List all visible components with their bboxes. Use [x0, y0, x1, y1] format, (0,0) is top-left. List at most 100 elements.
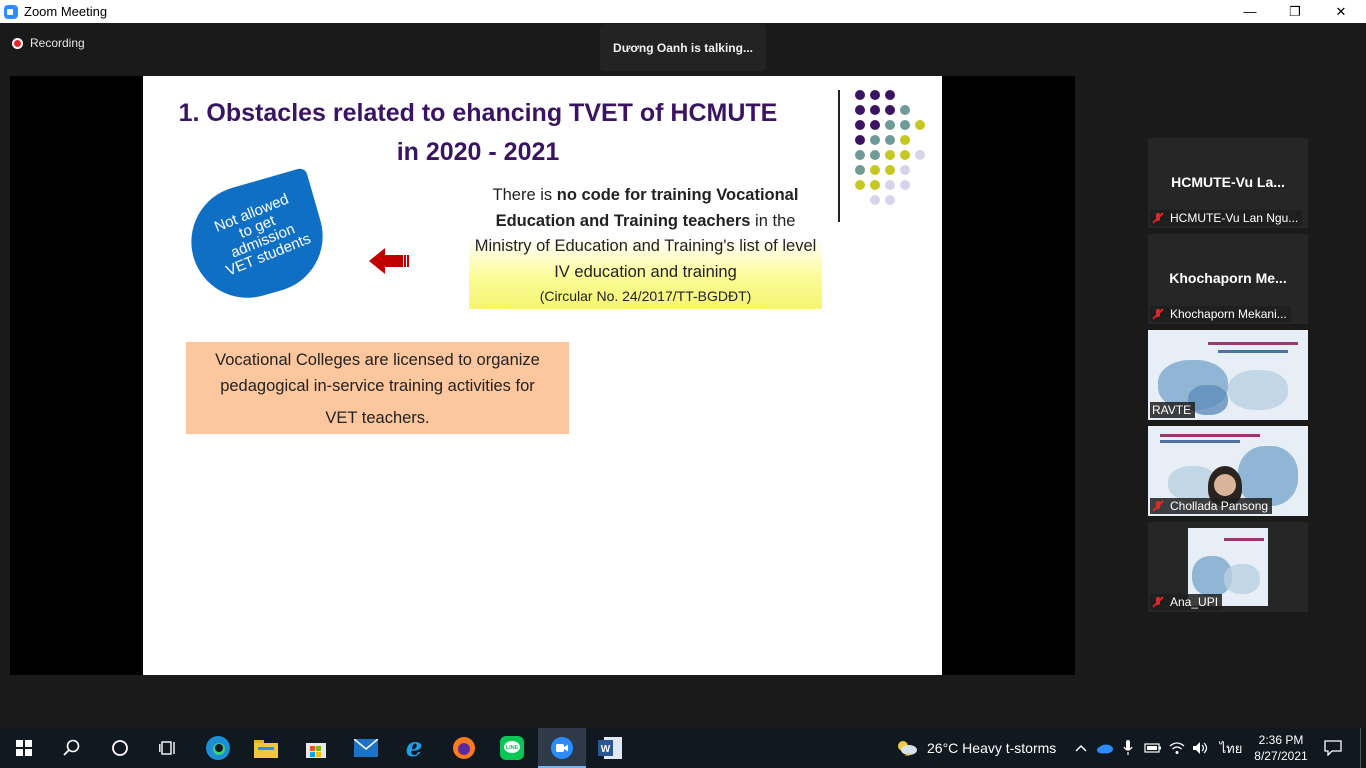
- cortana-icon[interactable]: [96, 728, 144, 768]
- decorative-dot: [855, 150, 865, 160]
- storm-cloud-icon: [898, 741, 917, 756]
- decorative-dot: [870, 195, 880, 205]
- show-hidden-icons-chevron-icon[interactable]: [1070, 728, 1092, 768]
- onedrive-icon[interactable]: [1094, 728, 1116, 768]
- slide-title-line1: 1. Obstacles related to ehancing TVET of…: [178, 99, 778, 127]
- meeting-area: Recording Dương Oanh is talking... 1. Ob…: [0, 23, 1366, 728]
- decorative-dot: [855, 105, 865, 115]
- clock-time: 2:36 PM: [1258, 733, 1304, 747]
- ie-icon[interactable]: e: [390, 728, 438, 768]
- input-language-indicator[interactable]: ไทย: [1216, 728, 1246, 768]
- store-icon[interactable]: [292, 728, 340, 768]
- recording-label: Recording: [30, 36, 85, 50]
- decorative-dot: [870, 165, 880, 175]
- edge-icon[interactable]: [194, 728, 242, 768]
- decorative-dot: [900, 165, 910, 175]
- participant-name: Ana_UPI: [1170, 595, 1219, 609]
- box2-line3: VET teachers.: [325, 409, 430, 427]
- window-titlebar: Zoom Meeting — ❐ ✕: [0, 0, 1366, 23]
- decorative-dot: [915, 150, 925, 160]
- record-icon: [12, 37, 23, 49]
- decorative-dot: [855, 90, 865, 100]
- decorative-dot: [885, 195, 895, 205]
- participant-name: Khochaporn Mekani...: [1170, 307, 1287, 321]
- participant-label: Ana_UPI: [1150, 594, 1223, 610]
- muted-mic-icon: [1152, 500, 1164, 512]
- box2-line2: pedagogical in-service training activiti…: [220, 377, 535, 395]
- participant-tile[interactable]: Khochaporn Me... Khochaporn Mekani...: [1148, 234, 1308, 324]
- decorative-dot: [855, 180, 865, 190]
- svg-text:LINE: LINE: [506, 745, 519, 751]
- decorative-dot: [900, 135, 910, 145]
- decorative-dot: [885, 180, 895, 190]
- muted-mic-icon: [1152, 212, 1164, 224]
- taskbar-clock[interactable]: 2:36 PM 8/27/2021: [1250, 732, 1312, 764]
- firefox-icon[interactable]: [440, 728, 488, 768]
- vocational-colleges-box: Vocational Colleges are licensed to orga…: [186, 342, 569, 434]
- box1-part1: There is: [492, 186, 557, 204]
- participant-tile[interactable]: Ana_UPI: [1148, 522, 1308, 612]
- weather-widget[interactable]: 26°C Heavy t-storms: [896, 728, 1056, 768]
- participant-label: Chollada Pansong: [1150, 498, 1273, 514]
- battery-icon[interactable]: [1142, 728, 1164, 768]
- left-arrow-icon: [369, 248, 409, 274]
- windows-start-icon[interactable]: [0, 728, 48, 768]
- participant-tile[interactable]: RAVTE: [1148, 330, 1308, 420]
- svg-text:W: W: [601, 744, 611, 755]
- muted-mic-icon: [1152, 596, 1164, 608]
- participant-tile[interactable]: Chollada Pansong: [1148, 426, 1308, 516]
- restore-button[interactable]: ❐: [1272, 0, 1318, 23]
- window-title: Zoom Meeting: [24, 4, 108, 19]
- decorative-dot: [870, 105, 880, 115]
- show-desktop-divider[interactable]: [1360, 728, 1361, 768]
- muted-mic-icon: [1152, 308, 1164, 320]
- wifi-icon[interactable]: [1166, 728, 1188, 768]
- close-button[interactable]: ✕: [1318, 0, 1364, 23]
- participant-display-name: HCMUTE-Vu La...: [1171, 174, 1285, 190]
- decorative-dot: [900, 105, 910, 115]
- participant-label: Khochaporn Mekani...: [1150, 306, 1291, 322]
- decorative-dot: [855, 135, 865, 145]
- decorative-dot: [855, 165, 865, 175]
- participant-name: RAVTE: [1152, 403, 1192, 417]
- slide-title-line2: in 2020 - 2021: [396, 138, 560, 166]
- box2-line1: Vocational Colleges are licensed to orga…: [215, 351, 540, 369]
- zoom-icon[interactable]: [538, 728, 586, 768]
- participant-label: RAVTE: [1150, 402, 1196, 418]
- participant-display-name: Khochaporn Me...: [1169, 270, 1287, 286]
- decorative-dot: [870, 135, 880, 145]
- no-code-text-box: There is no code for training Vocational…: [469, 179, 822, 309]
- task-view-icon[interactable]: [144, 728, 192, 768]
- circular-reference: (Circular No. 24/2017/TT-BGDĐT): [539, 288, 752, 304]
- word-icon[interactable]: W: [586, 728, 634, 768]
- decorative-dot: [885, 150, 895, 160]
- decorative-dot: [870, 150, 880, 160]
- microphone-icon[interactable]: [1118, 728, 1138, 768]
- decorative-dot: [885, 165, 895, 175]
- decorative-dot: [855, 120, 865, 130]
- decorative-dot: [885, 105, 895, 115]
- search-icon[interactable]: [48, 728, 96, 768]
- decorative-dot: [885, 120, 895, 130]
- clock-date: 8/27/2021: [1254, 749, 1308, 763]
- file-explorer-icon[interactable]: [242, 728, 290, 768]
- participant-tile[interactable]: HCMUTE-Vu La... HCMUTE-Vu Lan Ngu...: [1148, 138, 1308, 228]
- presentation-slide: 1. Obstacles related to ehancing TVET of…: [143, 76, 942, 675]
- volume-icon[interactable]: [1190, 728, 1212, 768]
- slide-divider-line: [838, 90, 840, 222]
- decorative-dot: [915, 120, 925, 130]
- zoom-app-icon: [4, 4, 18, 19]
- active-speaker-banner: Dương Oanh is talking...: [600, 24, 766, 71]
- decorative-dot: [900, 180, 910, 190]
- slide-title: 1. Obstacles related to ehancing TVET of…: [153, 94, 803, 172]
- decorative-dot: [870, 90, 880, 100]
- windows-taskbar: e LINE W 26°C Heavy t-storms ไทย 2:36 PM…: [0, 728, 1366, 768]
- mail-icon[interactable]: [342, 728, 390, 768]
- decorative-dot: [870, 120, 880, 130]
- participant-label: HCMUTE-Vu Lan Ngu...: [1150, 210, 1303, 226]
- decorative-dot: [885, 135, 895, 145]
- notifications-icon[interactable]: [1320, 728, 1346, 768]
- recording-indicator[interactable]: Recording: [12, 36, 85, 50]
- line-icon[interactable]: LINE: [488, 728, 536, 768]
- minimize-button[interactable]: —: [1227, 0, 1273, 23]
